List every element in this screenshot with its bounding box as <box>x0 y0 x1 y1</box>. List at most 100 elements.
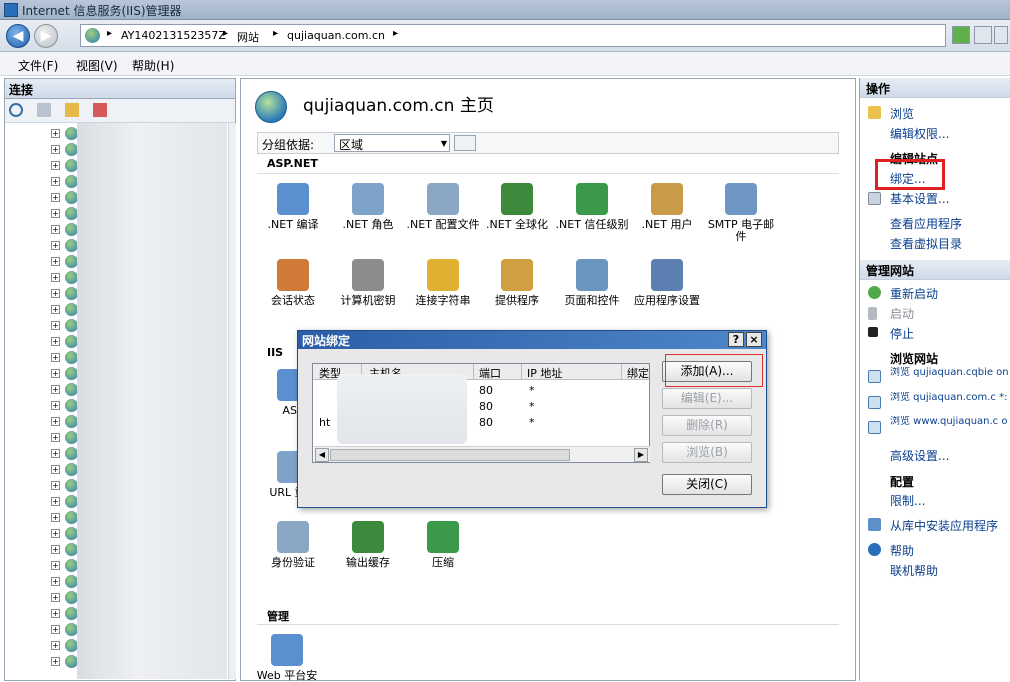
manage-feature[interactable]: Web 平台安 <box>249 634 325 682</box>
aspnet-feature[interactable]: .NET 角色 <box>330 183 406 231</box>
browse-link[interactable]: 浏览 <box>890 105 914 122</box>
tree-scrollbar[interactable] <box>228 123 236 679</box>
disconnect-icon[interactable] <box>93 103 107 117</box>
expand-icon[interactable]: + <box>51 241 60 250</box>
expand-icon[interactable]: + <box>51 433 60 442</box>
dialog-help-button[interactable]: ? <box>728 332 744 347</box>
help-link[interactable]: 帮助 <box>890 542 914 559</box>
expand-icon[interactable]: + <box>51 369 60 378</box>
expand-icon[interactable]: + <box>51 177 60 186</box>
expand-icon[interactable]: + <box>51 609 60 618</box>
browse-binding-link-1[interactable]: 浏览 qujiaquan.cqbie on *:80 (http) <box>890 367 1008 378</box>
expand-icon[interactable]: + <box>51 481 60 490</box>
scroll-left-icon[interactable]: ◀ <box>315 448 329 462</box>
expand-icon[interactable]: + <box>51 305 60 314</box>
expand-icon[interactable]: + <box>51 401 60 410</box>
expand-icon[interactable]: + <box>51 641 60 650</box>
limits-link[interactable]: 限制... <box>890 492 925 509</box>
expand-icon[interactable]: + <box>51 273 60 282</box>
aspnet-feature[interactable]: SMTP 电子邮件 <box>703 183 779 243</box>
back-button[interactable]: ◀ <box>6 24 30 48</box>
expand-icon[interactable]: + <box>51 497 60 506</box>
advanced-settings-link[interactable]: 高级设置... <box>890 447 949 464</box>
expand-icon[interactable]: + <box>51 321 60 330</box>
expand-icon[interactable]: + <box>51 289 60 298</box>
basic-settings-link[interactable]: 基本设置... <box>890 190 949 207</box>
folder-up-icon[interactable] <box>65 103 79 117</box>
expand-icon[interactable]: + <box>51 657 60 666</box>
browse-binding-link-2[interactable]: 浏览 qujiaquan.com.c *:80 (http) <box>890 392 1008 403</box>
install-gallery-link[interactable]: 从库中安装应用程序 <box>890 517 998 534</box>
refresh-icon[interactable] <box>952 26 970 44</box>
home-icon[interactable] <box>994 26 1008 44</box>
stop-link[interactable]: 停止 <box>890 325 914 342</box>
view-vdirs-link[interactable]: 查看虚拟目录 <box>890 235 962 252</box>
aspnet-feature[interactable]: 应用程序设置 <box>629 259 705 307</box>
aspnet-feature[interactable]: .NET 信任级别 <box>554 183 630 231</box>
edit-binding-button[interactable]: 编辑(E)... <box>662 388 752 409</box>
remove-binding-button[interactable]: 删除(R) <box>662 415 752 436</box>
iis-feature[interactable]: 输出缓存 <box>330 521 406 569</box>
aspnet-feature[interactable]: 计算机密钥 <box>330 259 406 307</box>
bindings-table[interactable]: 类型 主机名 端口 IP 地址 绑定 ◀ ▶ 80*80*ht80* <box>312 363 650 463</box>
expand-icon[interactable]: + <box>51 385 60 394</box>
col-ip[interactable]: IP 地址 <box>527 365 562 381</box>
expand-icon[interactable]: + <box>51 225 60 234</box>
breadcrumb[interactable]: ▸ AY140213152357Z ▸ 网站 ▸ qujiaquan.com.c… <box>80 24 946 47</box>
save-icon[interactable] <box>37 103 51 117</box>
aspnet-feature[interactable]: .NET 编译 <box>255 183 331 231</box>
breadcrumb-server[interactable]: AY140213152357Z <box>121 29 226 42</box>
aspnet-feature[interactable]: 页面和控件 <box>554 259 630 307</box>
scroll-right-icon[interactable]: ▶ <box>634 448 648 462</box>
aspnet-feature[interactable]: .NET 配置文件 <box>405 183 481 231</box>
expand-icon[interactable]: + <box>51 161 60 170</box>
expand-icon[interactable]: + <box>51 593 60 602</box>
aspnet-feature[interactable]: .NET 全球化 <box>479 183 555 231</box>
view-applications-link[interactable]: 查看应用程序 <box>890 215 962 232</box>
col-binding[interactable]: 绑定 <box>627 365 649 381</box>
browse-binding-button[interactable]: 浏览(B) <box>662 442 752 463</box>
col-port[interactable]: 端口 <box>479 365 501 381</box>
expand-icon[interactable]: + <box>51 577 60 586</box>
expand-icon[interactable]: + <box>51 257 60 266</box>
scroll-thumb[interactable] <box>330 449 570 461</box>
expand-icon[interactable]: + <box>51 561 60 570</box>
edit-permissions-link[interactable]: 编辑权限... <box>890 125 949 142</box>
restart-link[interactable]: 重新启动 <box>890 285 938 302</box>
browse-binding-link-3[interactable]: 浏览 www.qujiaquan.c on *:80 (http) <box>890 416 1008 427</box>
expand-icon[interactable]: + <box>51 513 60 522</box>
online-help-link[interactable]: 联机帮助 <box>890 562 938 579</box>
start-link[interactable]: 启动 <box>890 305 914 322</box>
expand-icon[interactable]: + <box>51 545 60 554</box>
expand-icon[interactable]: + <box>51 449 60 458</box>
aspnet-feature[interactable]: 提供程序 <box>479 259 555 307</box>
menu-file[interactable]: 文件(F) <box>18 57 58 74</box>
horizontal-scrollbar[interactable]: ◀ ▶ <box>314 446 650 462</box>
breadcrumb-sites[interactable]: 网站 <box>237 29 259 45</box>
iis-feature[interactable]: 压缩 <box>405 521 481 569</box>
expand-icon[interactable]: + <box>51 145 60 154</box>
connect-icon[interactable] <box>9 103 23 117</box>
aspnet-feature[interactable]: 会话状态 <box>255 259 331 307</box>
close-dialog-button[interactable]: 关闭(C) <box>662 474 752 495</box>
expand-icon[interactable]: + <box>51 529 60 538</box>
expand-icon[interactable]: + <box>51 129 60 138</box>
iis-feature[interactable]: 身份验证 <box>255 521 331 569</box>
dialog-close-icon[interactable]: × <box>746 332 762 347</box>
aspnet-feature[interactable]: 连接字符串 <box>405 259 481 307</box>
forward-button[interactable]: ▶ <box>34 24 58 48</box>
expand-icon[interactable]: + <box>51 193 60 202</box>
aspnet-feature[interactable]: .NET 用户 <box>629 183 705 231</box>
expand-icon[interactable]: + <box>51 353 60 362</box>
expand-icon[interactable]: + <box>51 417 60 426</box>
stop-icon[interactable] <box>974 26 992 44</box>
expand-icon[interactable]: + <box>51 465 60 474</box>
expand-icon[interactable]: + <box>51 209 60 218</box>
menu-view[interactable]: 视图(V) <box>76 57 118 74</box>
expand-icon[interactable]: + <box>51 625 60 634</box>
view-mode-button[interactable] <box>454 135 476 151</box>
expand-icon[interactable]: + <box>51 337 60 346</box>
breadcrumb-site[interactable]: qujiaquan.com.cn <box>287 29 385 42</box>
group-by-select[interactable]: 区域 ▼ <box>334 134 450 152</box>
menu-help[interactable]: 帮助(H) <box>132 57 174 74</box>
